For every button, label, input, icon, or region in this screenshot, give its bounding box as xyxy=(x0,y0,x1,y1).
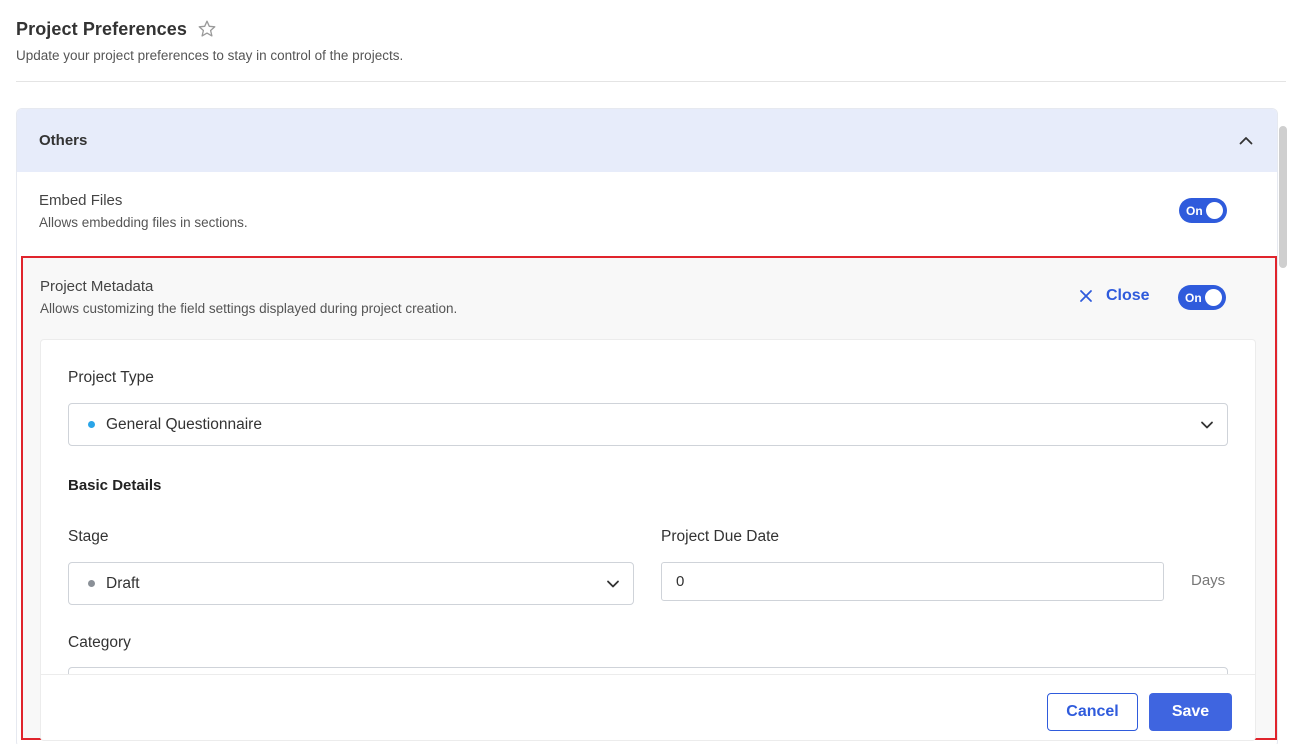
stage-select[interactable]: Draft xyxy=(68,562,634,605)
embed-files-description: Allows embedding files in sections. xyxy=(39,215,248,230)
others-panel-label: Others xyxy=(39,132,88,149)
toggle-knob xyxy=(1206,202,1223,219)
scrollbar-thumb[interactable] xyxy=(1279,126,1287,268)
embed-files-toggle[interactable]: On xyxy=(1179,198,1227,223)
star-icon[interactable] xyxy=(197,19,217,39)
cancel-button[interactable]: Cancel xyxy=(1047,693,1138,731)
chevron-up-icon[interactable] xyxy=(1237,132,1255,150)
header-divider xyxy=(16,81,1286,82)
project-metadata-header: Project Metadata Allows customizing the … xyxy=(23,258,1275,338)
project-metadata-title: Project Metadata xyxy=(40,278,154,295)
embed-files-toggle-label: On xyxy=(1186,203,1203,218)
stage-status-dot xyxy=(88,580,95,587)
project-metadata-section: Project Metadata Allows customizing the … xyxy=(21,256,1277,741)
project-due-date-label: Project Due Date xyxy=(661,528,780,545)
title-row: Project Preferences xyxy=(16,16,1286,42)
others-panel-header[interactable]: Others xyxy=(17,109,1277,172)
close-button-label: Close xyxy=(1106,287,1150,304)
project-due-date-input[interactable] xyxy=(661,562,1164,601)
chevron-down-icon xyxy=(605,576,621,592)
project-type-status-dot xyxy=(88,421,95,428)
page-subtitle: Update your project preferences to stay … xyxy=(16,48,404,63)
chevron-down-icon xyxy=(1199,417,1215,433)
days-unit-label: Days xyxy=(1191,572,1226,589)
basic-details-heading: Basic Details xyxy=(68,477,162,494)
form-footer: Cancel Save xyxy=(41,674,1255,740)
stage-value: Draft xyxy=(106,574,140,592)
page-header: Project Preferences Update your project … xyxy=(16,16,1286,64)
project-type-label: Project Type xyxy=(68,369,154,386)
embed-files-setting: Embed Files Allows embedding files in se… xyxy=(17,172,1277,256)
embed-files-title: Embed Files xyxy=(39,192,123,209)
close-icon xyxy=(1079,289,1093,303)
category-label: Category xyxy=(68,634,131,651)
project-type-select[interactable]: General Questionnaire xyxy=(68,403,1228,446)
toggle-knob xyxy=(1205,289,1222,306)
project-type-value: General Questionnaire xyxy=(106,415,262,433)
stage-label: Stage xyxy=(68,528,109,545)
page-title: Project Preferences xyxy=(16,18,187,39)
metadata-form-card: Project Type General Questionnaire Basic… xyxy=(40,339,1256,741)
project-metadata-toggle-label: On xyxy=(1185,290,1202,305)
save-button[interactable]: Save xyxy=(1149,693,1232,731)
project-metadata-toggle[interactable]: On xyxy=(1178,285,1226,310)
project-metadata-description: Allows customizing the field settings di… xyxy=(40,301,458,316)
close-button[interactable]: Close xyxy=(1079,287,1150,305)
